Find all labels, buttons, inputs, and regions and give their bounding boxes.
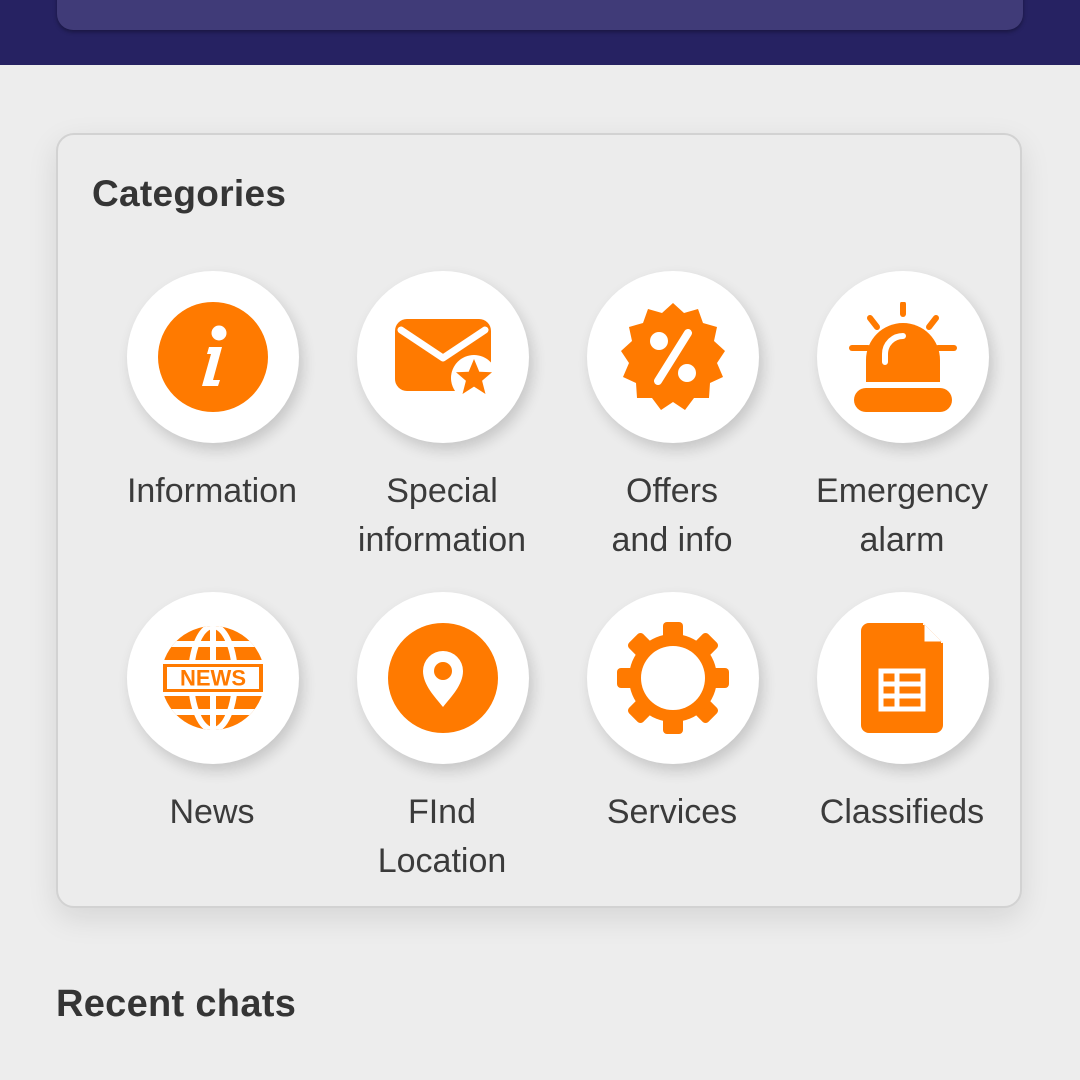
category-icon-circle (357, 592, 529, 764)
category-icon-circle (127, 271, 299, 443)
categories-title: Categories (92, 173, 287, 214)
spreadsheet-icon (861, 623, 943, 733)
category-icon-circle: NEWS (127, 592, 299, 764)
location-pin-icon (388, 623, 498, 733)
gear-icon (617, 622, 729, 734)
category-label: Information (126, 472, 298, 510)
category-label: Services (606, 793, 738, 831)
category-label: News (169, 793, 255, 831)
news-globe-icon: NEWS (157, 626, 269, 730)
info-icon (158, 302, 268, 412)
header-search-card[interactable] (57, 0, 1023, 30)
category-label: FInd Location (377, 793, 507, 880)
category-label: Emergency alarm (816, 472, 988, 559)
siren-icon (849, 302, 957, 412)
recent-chats-title: Recent chats (56, 983, 297, 1025)
svg-text:NEWS: NEWS (180, 666, 246, 691)
category-icon-circle (357, 271, 529, 443)
category-label: Special information (357, 472, 527, 559)
category-label: Classifieds (819, 793, 985, 831)
category-icon-circle (587, 592, 759, 764)
category-icon-circle (817, 592, 989, 764)
mail-star-icon (395, 319, 497, 401)
category-icon-circle (587, 271, 759, 443)
category-label: Offers and info (611, 472, 733, 559)
category-icon-circle (817, 271, 989, 443)
categories-card: Categories Information Special informati… (56, 133, 1022, 908)
discount-badge-icon (621, 303, 725, 410)
app-header (0, 0, 1080, 65)
